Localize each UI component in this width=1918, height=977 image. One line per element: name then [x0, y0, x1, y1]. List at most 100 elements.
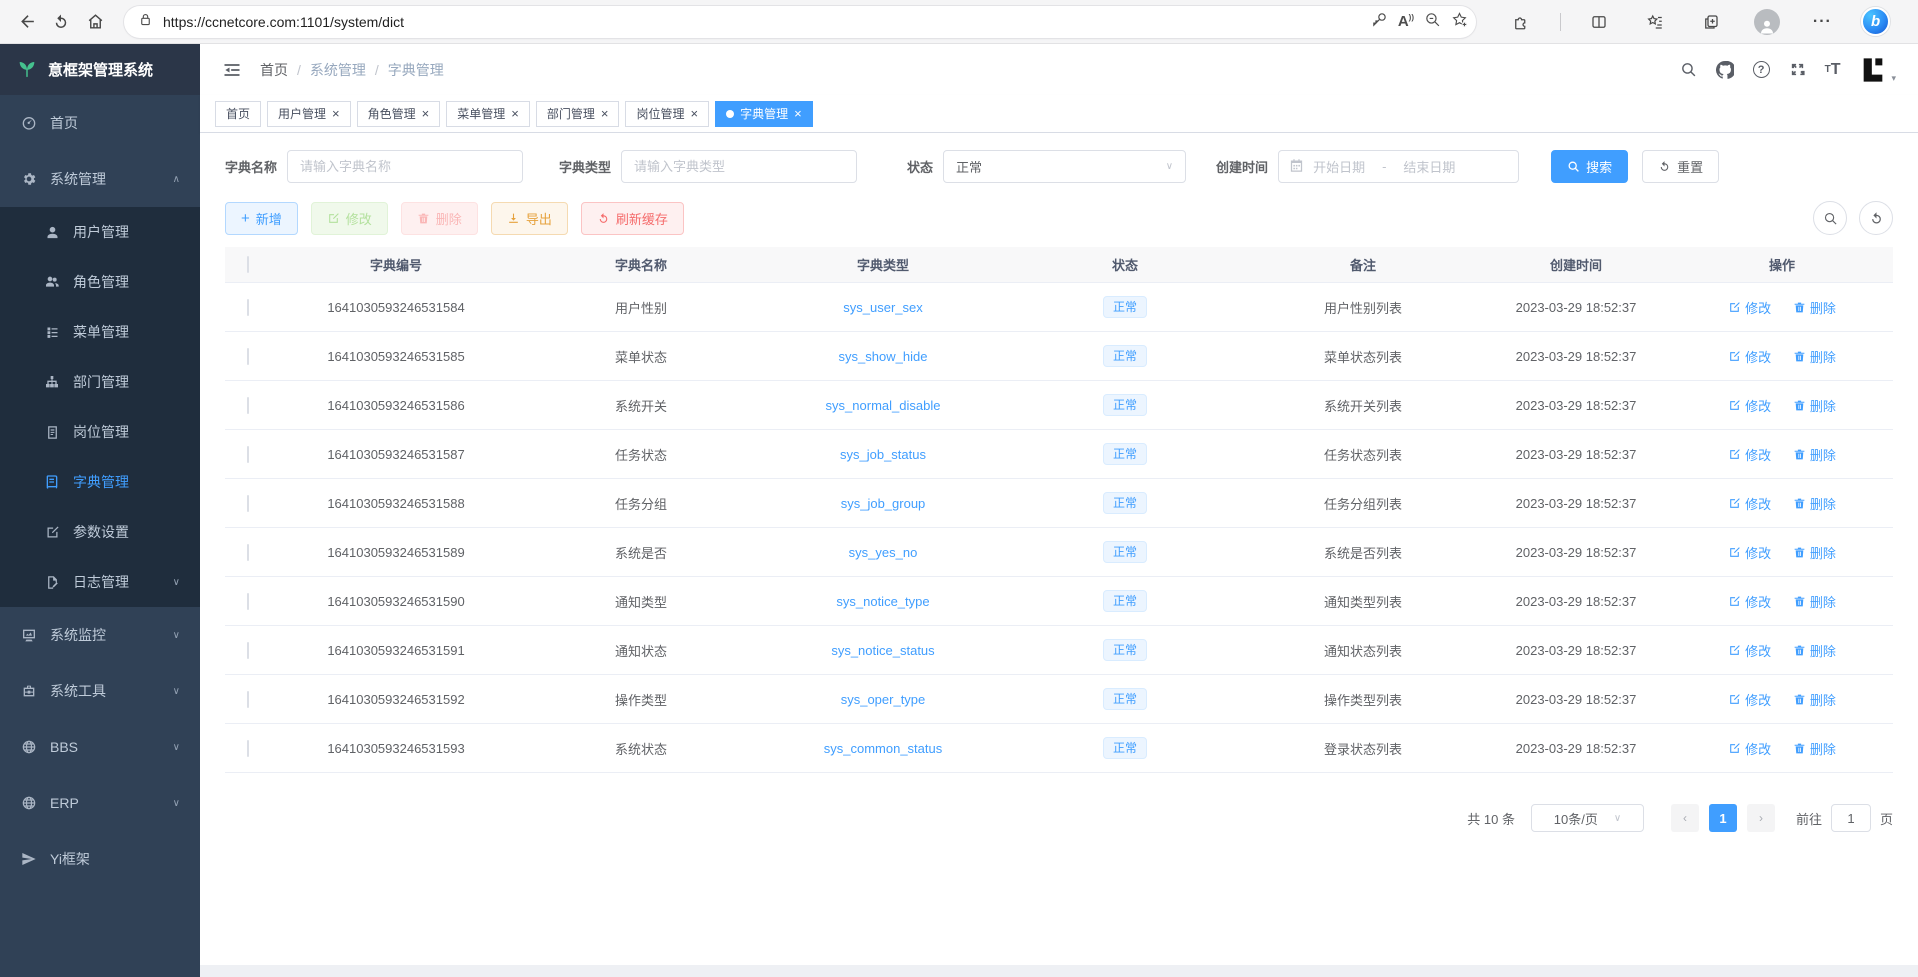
row-edit-link[interactable]: 修改 — [1728, 445, 1771, 464]
refresh-cache-button[interactable]: 刷新缓存 — [581, 202, 684, 235]
bing-copilot-icon[interactable]: b — [1861, 7, 1890, 36]
favorites-icon[interactable] — [1638, 5, 1672, 39]
dict-type-input[interactable] — [621, 150, 857, 183]
export-button[interactable]: 导出 — [491, 202, 568, 235]
row-checkbox[interactable] — [247, 446, 249, 463]
sidebar-menu-item[interactable]: 日志管理 — [0, 557, 200, 607]
github-icon[interactable] — [1716, 61, 1734, 79]
header-search-icon[interactable] — [1680, 61, 1697, 78]
tab-close-icon[interactable]: × — [794, 107, 802, 120]
row-edit-link[interactable]: 修改 — [1728, 641, 1771, 660]
sidebar-menu-item[interactable]: 系统监控 — [0, 607, 200, 663]
breadcrumb-item[interactable]: 首页 — [260, 60, 288, 80]
tab-close-icon[interactable]: × — [422, 107, 430, 120]
tab-close-icon[interactable]: × — [601, 107, 609, 120]
row-checkbox[interactable] — [247, 691, 249, 708]
dict-type-link[interactable]: sys_normal_disable — [826, 398, 941, 413]
row-checkbox[interactable] — [247, 495, 249, 512]
row-checkbox[interactable] — [247, 593, 249, 610]
extensions-icon[interactable] — [1504, 5, 1538, 39]
row-checkbox[interactable] — [247, 740, 249, 757]
page-size-select[interactable]: 10条/页 ∨ — [1531, 804, 1644, 832]
font-size-icon[interactable]: TT — [1825, 61, 1841, 79]
row-edit-link[interactable]: 修改 — [1728, 298, 1771, 317]
profile-avatar[interactable] — [1750, 5, 1784, 39]
dict-type-link[interactable]: sys_user_sex — [843, 300, 922, 315]
sidebar-menu-item[interactable]: 角色管理 — [0, 257, 200, 307]
browser-back-icon[interactable] — [10, 5, 44, 39]
search-button[interactable]: 搜索 — [1551, 150, 1628, 183]
user-logo-avatar[interactable]: ▾ — [1859, 56, 1896, 84]
reset-button[interactable]: 重置 — [1642, 150, 1719, 183]
row-edit-link[interactable]: 修改 — [1728, 396, 1771, 415]
tab-close-icon[interactable]: × — [511, 107, 519, 120]
row-edit-link[interactable]: 修改 — [1728, 739, 1771, 758]
url-text[interactable]: https://ccnetcore.com:1101/system/dict — [163, 14, 1371, 30]
dict-type-link[interactable]: sys_yes_no — [849, 545, 918, 560]
page-tab[interactable]: 用户管理 × — [267, 101, 351, 127]
select-all-checkbox[interactable] — [247, 256, 249, 273]
tab-close-icon[interactable]: × — [332, 107, 340, 120]
row-edit-link[interactable]: 修改 — [1728, 690, 1771, 709]
sidebar-menu-item[interactable]: 系统管理 — [0, 151, 200, 207]
dict-type-link[interactable]: sys_job_status — [840, 447, 926, 462]
sidebar-menu-item[interactable]: ERP — [0, 775, 200, 831]
dict-type-link[interactable]: sys_show_hide — [839, 349, 928, 364]
sidebar-menu-item[interactable]: 参数设置 — [0, 507, 200, 557]
dict-type-link[interactable]: sys_notice_type — [836, 594, 929, 609]
split-screen-icon[interactable] — [1582, 5, 1616, 39]
row-delete-link[interactable]: 删除 — [1793, 641, 1836, 660]
row-edit-link[interactable]: 修改 — [1728, 347, 1771, 366]
page-tab[interactable]: 岗位管理 × — [625, 101, 709, 127]
page-tab[interactable]: 部门管理 × — [536, 101, 620, 127]
add-button[interactable]: + 新增 — [225, 202, 298, 235]
current-page[interactable]: 1 — [1709, 804, 1737, 832]
row-delete-link[interactable]: 删除 — [1793, 592, 1836, 611]
row-delete-link[interactable]: 删除 — [1793, 298, 1836, 317]
sidebar-menu-item[interactable]: 部门管理 — [0, 357, 200, 407]
sidebar-menu-item[interactable]: BBS — [0, 719, 200, 775]
read-aloud-icon[interactable]: A)) — [1398, 13, 1414, 30]
sidebar-menu-item[interactable]: 菜单管理 — [0, 307, 200, 357]
row-delete-link[interactable]: 删除 — [1793, 494, 1836, 513]
zoom-out-icon[interactable] — [1424, 11, 1441, 33]
sidebar-menu-item[interactable]: 首页 — [0, 95, 200, 151]
refresh-table-button[interactable] — [1859, 201, 1893, 235]
page-tab[interactable]: 角色管理 × — [357, 101, 441, 127]
row-delete-link[interactable]: 删除 — [1793, 690, 1836, 709]
sidebar-menu-item[interactable]: 岗位管理 — [0, 407, 200, 457]
browser-home-icon[interactable] — [78, 5, 112, 39]
help-icon[interactable]: ? — [1753, 61, 1770, 78]
tab-close-icon[interactable]: × — [690, 107, 698, 120]
browser-refresh-icon[interactable] — [44, 5, 78, 39]
row-checkbox[interactable] — [247, 397, 249, 414]
sidebar-menu-item[interactable]: 字典管理 — [0, 457, 200, 507]
row-checkbox[interactable] — [247, 544, 249, 561]
next-page-button[interactable]: › — [1747, 804, 1775, 832]
collections-icon[interactable] — [1694, 5, 1728, 39]
row-checkbox[interactable] — [247, 348, 249, 365]
sidebar-menu-item[interactable]: 系统工具 — [0, 663, 200, 719]
add-favorite-star-icon[interactable] — [1451, 11, 1468, 33]
row-delete-link[interactable]: 删除 — [1793, 396, 1836, 415]
page-tab[interactable]: 首页 — [215, 101, 261, 127]
row-delete-link[interactable]: 删除 — [1793, 543, 1836, 562]
password-key-icon[interactable] — [1371, 11, 1388, 33]
dict-name-input[interactable] — [287, 150, 523, 183]
dict-type-link[interactable]: sys_job_group — [841, 496, 926, 511]
row-checkbox[interactable] — [247, 642, 249, 659]
breadcrumb-item[interactable]: 字典管理 — [388, 60, 444, 80]
prev-page-button[interactable]: ‹ — [1671, 804, 1699, 832]
breadcrumb-item[interactable]: 系统管理 — [310, 60, 366, 80]
dict-type-link[interactable]: sys_oper_type — [841, 692, 926, 707]
sidebar-menu-item[interactable]: Yi框架 — [0, 831, 200, 887]
page-tab[interactable]: 字典管理 × — [715, 101, 813, 127]
row-edit-link[interactable]: 修改 — [1728, 494, 1771, 513]
row-delete-link[interactable]: 删除 — [1793, 347, 1836, 366]
row-delete-link[interactable]: 删除 — [1793, 445, 1836, 464]
show-search-toggle-button[interactable] — [1813, 201, 1847, 235]
edit-button[interactable]: 修改 — [311, 202, 388, 235]
browser-address-bar[interactable]: https://ccnetcore.com:1101/system/dict A… — [124, 6, 1476, 38]
sidebar-menu-item[interactable]: 用户管理 — [0, 207, 200, 257]
dict-type-link[interactable]: sys_notice_status — [831, 643, 934, 658]
